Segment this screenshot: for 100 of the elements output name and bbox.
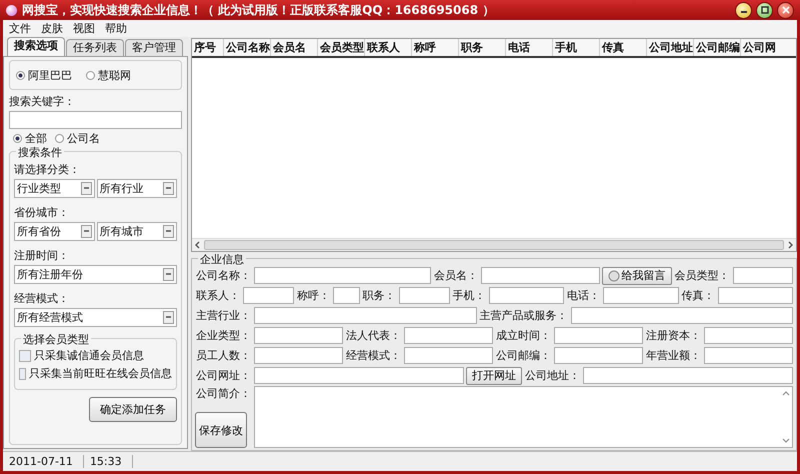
caret-icon (163, 182, 174, 195)
field-label: 公司简介： (195, 386, 252, 401)
column-header[interactable]: 传真 (600, 39, 647, 56)
field-label: 员工人数： (195, 348, 252, 363)
checkbox[interactable] (19, 368, 26, 380)
radio-label: 慧聪网 (98, 68, 131, 82)
checkbox-label: 只采集当前旺旺在线会员信息 (29, 366, 172, 381)
field-label: 手机： (452, 288, 486, 303)
close-button[interactable] (777, 2, 794, 18)
save-button[interactable]: 保存修改 (195, 412, 247, 448)
input-field[interactable] (732, 267, 793, 284)
dropdown[interactable]: 所有注册年份 (14, 265, 177, 284)
menu-item[interactable]: 文件 (9, 21, 31, 36)
column-header[interactable]: 序号 (192, 39, 224, 56)
column-header[interactable]: 会员名 (271, 39, 318, 56)
input-field[interactable] (254, 267, 431, 284)
input-field[interactable] (704, 327, 793, 344)
field-label: 年营业额： (645, 348, 702, 363)
menu-item[interactable]: 皮肤 (41, 21, 63, 36)
close-icon (782, 6, 790, 14)
minimize-button[interactable] (735, 2, 752, 18)
keyword-label: 搜索关键字： (9, 94, 76, 109)
field-label: 会员类型： (674, 268, 731, 283)
radio-button[interactable] (86, 70, 95, 80)
input-field[interactable] (254, 307, 476, 324)
input-field[interactable] (554, 347, 643, 364)
field-label: 职务： (362, 288, 396, 303)
column-header[interactable]: 电话 (506, 39, 553, 56)
field-label: 企业类型： (195, 328, 252, 343)
column-header[interactable]: 公司邮编 (694, 39, 741, 56)
input-field[interactable] (481, 267, 600, 284)
input-field[interactable] (254, 327, 343, 344)
radio-button[interactable] (16, 70, 25, 80)
text-area[interactable] (254, 386, 793, 448)
column-header[interactable]: 公司地址 (647, 39, 694, 56)
column-header[interactable]: 称呼 (412, 39, 459, 56)
caret-icon (163, 225, 174, 238)
column-header[interactable]: 职务 (459, 39, 506, 56)
dropdown[interactable]: 所有行业 (96, 179, 177, 198)
input-field[interactable] (333, 287, 360, 304)
message-button[interactable]: 给我留言 (602, 266, 672, 284)
dropdown[interactable]: 行业类型 (14, 179, 94, 198)
field-label: 称呼： (296, 288, 331, 303)
input-field[interactable] (718, 287, 793, 304)
field-label: 公司网址： (195, 368, 252, 383)
input-field[interactable] (254, 347, 343, 364)
field-label: 请选择分类： (14, 162, 81, 177)
field-label: 注册资本： (645, 328, 702, 343)
menu-item[interactable]: 视图 (73, 21, 95, 36)
input-field[interactable] (603, 287, 678, 304)
dropdown[interactable]: 所有城市 (96, 222, 177, 241)
input-field[interactable] (570, 307, 793, 324)
column-header[interactable]: 会员类型 (318, 39, 365, 56)
field-label: 公司名称： (195, 268, 252, 283)
field-label: 法人代表： (345, 328, 402, 343)
menu-item[interactable]: 帮助 (105, 21, 127, 36)
horizontal-scrollbar[interactable] (192, 238, 796, 251)
field-label: 联系人： (195, 288, 241, 303)
keyword-field[interactable] (9, 111, 182, 129)
group-title: 企业信息 (198, 252, 246, 267)
column-header[interactable]: 公司网 (741, 39, 788, 56)
field-label: 经营模式： (14, 291, 70, 306)
column-header[interactable]: 联系人 (365, 39, 412, 56)
input-field[interactable] (704, 347, 793, 364)
field-label: 主营产品或服务： (478, 308, 568, 323)
input-field[interactable] (404, 327, 493, 344)
maximize-button[interactable] (756, 2, 773, 18)
input-field[interactable] (398, 287, 450, 304)
input-field[interactable] (488, 287, 564, 304)
circle-icon (608, 270, 620, 282)
radio-button[interactable] (55, 134, 64, 143)
input-field[interactable] (583, 367, 793, 384)
dropdown[interactable]: 所有经营模式 (14, 308, 177, 327)
tab[interactable]: 客户管理 (125, 39, 183, 56)
radio-button[interactable] (13, 134, 22, 143)
field-label: 公司邮编： (495, 348, 552, 363)
field-label: 电话： (566, 288, 601, 303)
input-field[interactable] (404, 347, 493, 364)
column-header[interactable]: 公司名称 (224, 39, 271, 56)
radio-label: 阿里巴巴 (28, 68, 72, 82)
field-label: 注册时间： (14, 248, 70, 263)
input-field[interactable] (554, 327, 643, 344)
window-title: 网搜宝，实现快速搜索企业信息！（ 此为试用版！正版联系客服QQ：1668695068 ） (22, 2, 496, 18)
checkbox[interactable] (19, 350, 31, 362)
field-label: 公司地址： (524, 368, 581, 383)
add-task-button[interactable]: 确定添加任务 (89, 397, 177, 422)
dropdown[interactable]: 所有省份 (14, 222, 94, 241)
caret-icon (163, 268, 174, 281)
open-url-button[interactable]: 打开网址 (466, 366, 522, 384)
input-field[interactable] (243, 287, 294, 304)
input-field[interactable] (254, 367, 464, 384)
caret-icon (163, 311, 174, 324)
checkbox-label: 只采集诚信通会员信息 (34, 348, 144, 363)
tab[interactable]: 任务列表 (66, 39, 124, 56)
group-title: 搜索条件 (16, 145, 64, 160)
column-header[interactable]: 手机 (553, 39, 600, 56)
tab[interactable]: 搜索选项 (7, 37, 65, 56)
group-title: 选择会员类型 (21, 332, 91, 347)
maximize-icon (760, 6, 768, 14)
field-label: 省份城市： (14, 205, 70, 220)
